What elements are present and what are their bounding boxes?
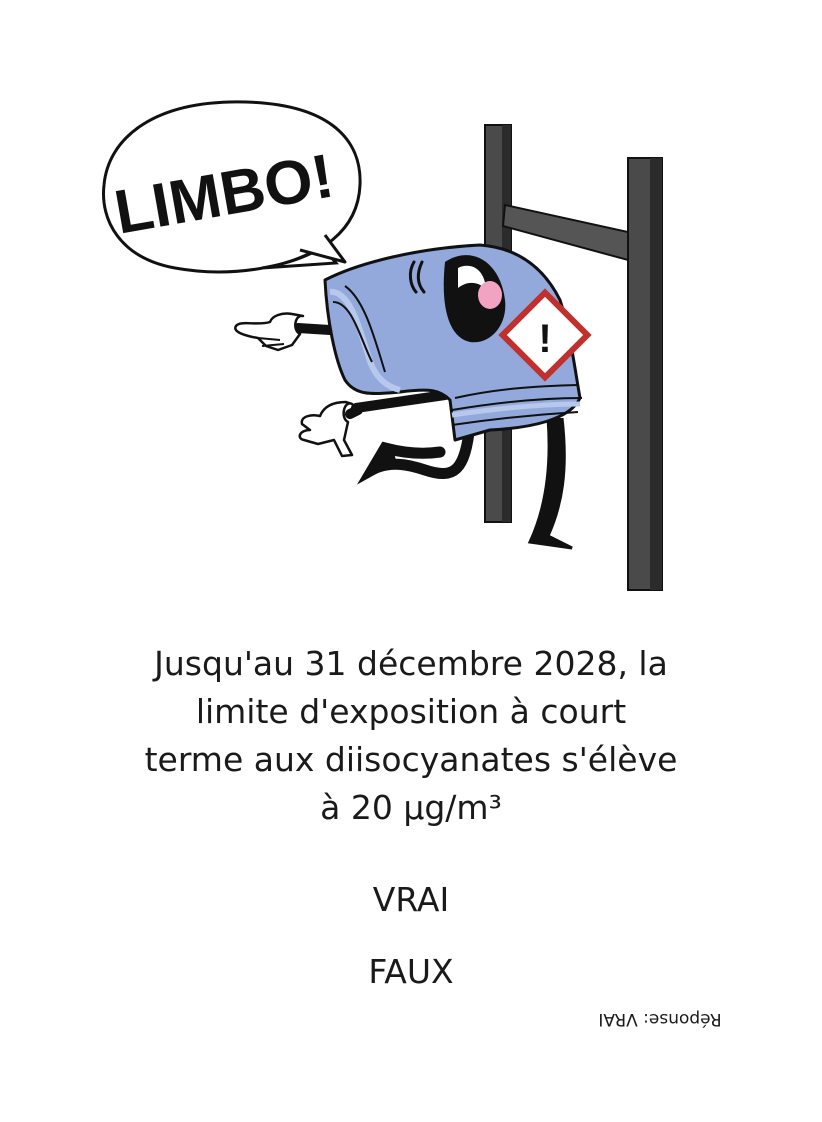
question-line: Jusqu'au 31 décembre 2028, la	[154, 644, 668, 683]
character-cheek	[478, 281, 502, 309]
speech-bubble: LIMBO!	[102, 100, 362, 274]
svg-text:!: !	[538, 317, 551, 361]
option-false[interactable]: FAUX	[0, 952, 822, 992]
question-line: terme aux diisocyanates s'élève	[144, 740, 678, 779]
limbo-bar	[501, 203, 629, 262]
character-legs	[356, 417, 573, 550]
question-text: Jusqu'au 31 décembre 2028, la limite d'e…	[60, 640, 762, 832]
question-line: limite d'exposition à court	[195, 692, 627, 731]
option-true[interactable]: VRAI	[0, 880, 822, 920]
limbo-illustration: LIMBO! !	[102, 100, 663, 591]
question-line: à 20 µg/m³	[320, 788, 502, 827]
glove-hand-lower	[298, 400, 354, 458]
glove-hand-upper	[234, 312, 305, 352]
answer-upside-down: Réponse: VRAI	[598, 1009, 722, 1029]
